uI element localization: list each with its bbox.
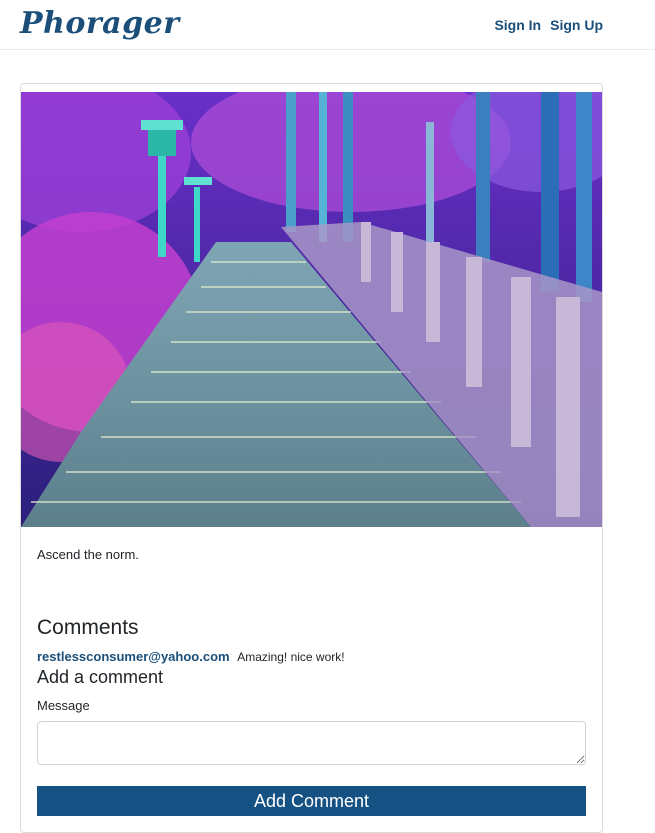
comment-author[interactable]: restlessconsumer@yahoo.com	[37, 649, 230, 664]
nav-links: Sign In Sign Up	[494, 17, 603, 33]
add-comment-button[interactable]: Add Comment	[37, 786, 586, 816]
post-image	[21, 92, 602, 527]
post-caption: Ascend the norm.	[37, 547, 139, 562]
navbar: Phorager Sign In Sign Up	[0, 0, 655, 50]
sign-up-link[interactable]: Sign Up	[550, 17, 603, 33]
comment-text: Amazing! nice work!	[237, 650, 345, 664]
comment-item: restlessconsumer@yahoo.com Amazing! nice…	[37, 649, 345, 664]
post-card: Ascend the norm. Comments restlessconsum…	[20, 83, 603, 833]
comments-heading: Comments	[37, 616, 139, 639]
sign-in-link[interactable]: Sign In	[494, 17, 541, 33]
brand-logo[interactable]: Phorager	[20, 6, 180, 41]
message-input[interactable]	[37, 721, 586, 765]
add-comment-heading: Add a comment	[37, 667, 164, 687]
message-label: Message	[37, 698, 90, 713]
